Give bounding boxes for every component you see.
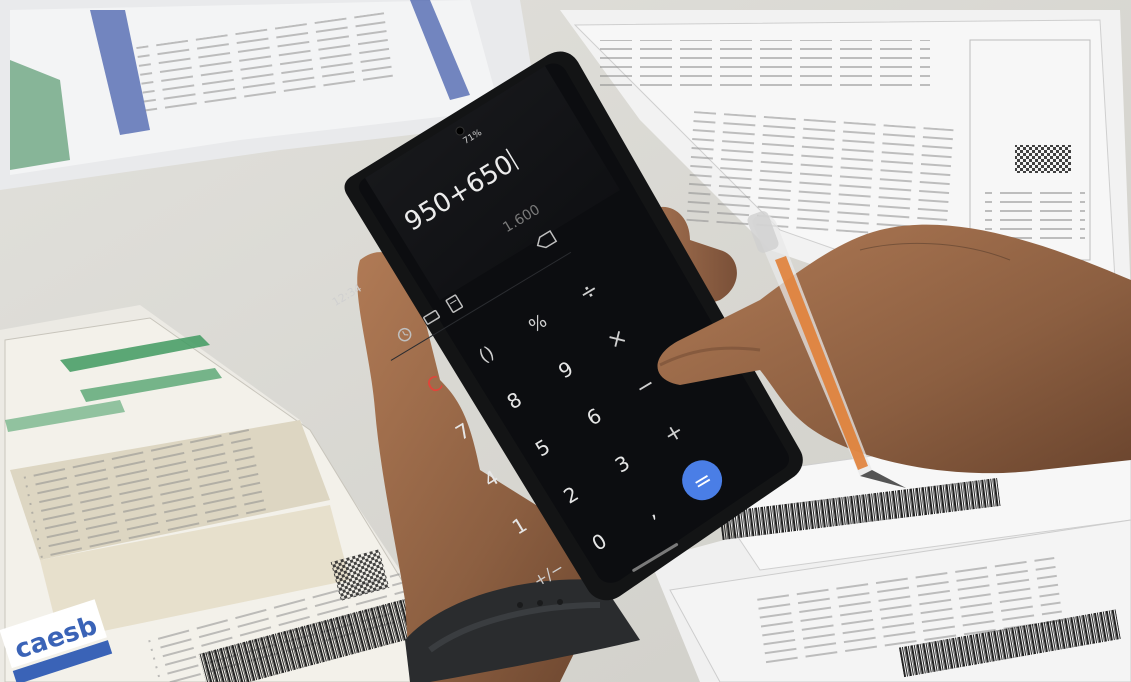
photo-scene: caesb 12:34 71% 950+650 1.600 C () % ÷ 7… [0, 0, 1131, 682]
front-camera [455, 126, 465, 136]
